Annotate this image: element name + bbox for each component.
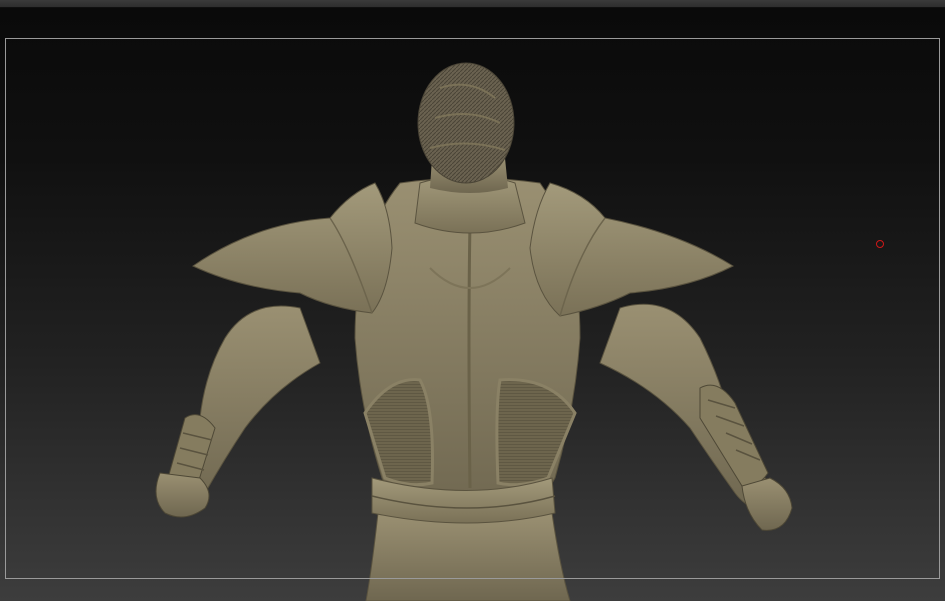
model-right-shoulder-pad xyxy=(529,182,735,317)
model-left-shoulder-pad xyxy=(192,182,393,314)
top-toolbar-strip xyxy=(0,0,945,8)
brush-cursor-icon xyxy=(876,240,884,248)
character-model[interactable] xyxy=(0,8,945,601)
model-left-fist xyxy=(155,472,210,518)
model-legs xyxy=(365,512,571,601)
model-right-fist xyxy=(741,477,793,531)
sculpt-app xyxy=(0,0,945,601)
canvas-viewport[interactable] xyxy=(0,8,945,601)
